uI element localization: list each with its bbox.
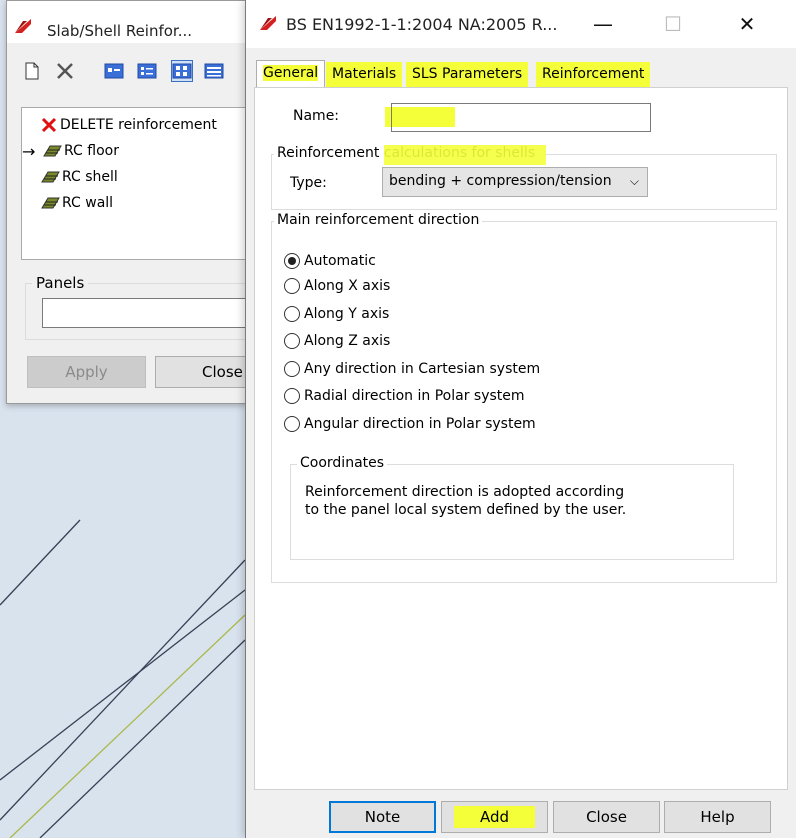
radio-angular-polar[interactable]: Angular direction in Polar system [284, 413, 536, 435]
close-button[interactable]: Close [553, 801, 660, 833]
note-button[interactable]: Note [329, 801, 436, 833]
radio-radial-polar[interactable]: Radial direction in Polar system [284, 385, 525, 407]
coordinates-note-line2: to the panel local system defined by the… [305, 502, 627, 518]
radio-button[interactable] [284, 253, 300, 269]
radio-button[interactable] [284, 306, 300, 322]
coordinates-group: Coordinates Reinforcement direction is a… [290, 455, 734, 560]
reinforcement-icon [41, 197, 60, 209]
radio-button[interactable] [284, 361, 300, 377]
robot-app-icon [13, 15, 33, 35]
view-large-icon[interactable] [171, 60, 193, 82]
general-tab-panel: Name: Reinforcement calculations for she… [254, 87, 788, 790]
delete-icon[interactable] [54, 60, 76, 82]
apply-button[interactable]: Apply [27, 356, 146, 388]
radio-button[interactable] [284, 333, 300, 349]
highlight-mark [384, 145, 546, 165]
reinforcement-icon [43, 145, 62, 157]
close-window-button[interactable]: ✕ [718, 0, 776, 48]
new-icon[interactable] [21, 60, 43, 82]
code-parameters-dialog: BS EN1992-1-1:2004 NA:2005 R... — ☐ ✕ Ge… [245, 0, 796, 838]
radio-cartesian[interactable]: Any direction in Cartesian system [284, 358, 540, 380]
coordinates-group-title: Coordinates [297, 455, 388, 471]
panels-group: Panels [25, 274, 266, 340]
panels-input[interactable] [42, 298, 252, 328]
robot-app-icon [258, 12, 278, 32]
calc-group: Reinforcement calculations for shells Ty… [271, 145, 777, 210]
list-item[interactable]: → RC floor [22, 140, 119, 162]
view-small-icon[interactable] [103, 60, 125, 82]
name-input[interactable] [391, 103, 651, 132]
radio-button[interactable] [284, 416, 300, 432]
left-window-title: Slab/Shell Reinfor... [47, 22, 193, 40]
list-item-label: RC shell [62, 169, 118, 185]
radio-button[interactable] [284, 278, 300, 294]
direction-group: Main reinforcement direction Automatic A… [271, 212, 777, 583]
list-item-label: RC wall [62, 195, 114, 211]
panels-label: Panels [32, 274, 89, 292]
list-item-label: RC floor [64, 143, 119, 159]
type-select[interactable]: bending + compression/tension ⌵ [382, 167, 648, 197]
list-item-label: DELETE reinforcement [60, 117, 217, 133]
add-button[interactable]: Add [441, 801, 548, 833]
radio-button[interactable] [284, 388, 300, 404]
list-item[interactable]: DELETE reinforcement [40, 114, 217, 136]
view-list-icon[interactable] [203, 60, 225, 82]
tab-reinforcement[interactable]: Reinforcement [536, 62, 650, 88]
tab-general[interactable]: General [256, 60, 326, 88]
tab-materials[interactable]: Materials [326, 62, 403, 88]
list-item[interactable]: RC shell [40, 166, 118, 188]
current-arrow-icon: → [22, 141, 36, 161]
maximize-button[interactable]: ☐ [644, 0, 702, 48]
left-titlebar[interactable]: Slab/Shell Reinfor... [7, 1, 247, 43]
radio-along-z[interactable]: Along Z axis [284, 330, 390, 352]
coordinates-note-line1: Reinforcement direction is adopted accor… [305, 484, 625, 500]
tab-sls-parameters[interactable]: SLS Parameters [406, 62, 529, 88]
red-x-icon [41, 117, 57, 133]
type-label: Type: [290, 175, 327, 191]
radio-along-x[interactable]: Along X axis [284, 275, 390, 297]
main-titlebar[interactable]: BS EN1992-1-1:2004 NA:2005 R... — ☐ ✕ [246, 0, 796, 48]
chevron-down-icon: ⌵ [629, 174, 639, 188]
help-button[interactable]: Help [664, 801, 771, 833]
close-button[interactable]: Close [155, 356, 255, 388]
list-item[interactable]: RC wall [40, 192, 113, 214]
view-detail-icon[interactable] [136, 60, 158, 82]
name-label: Name: [293, 108, 340, 124]
radio-automatic[interactable]: Automatic [284, 250, 376, 272]
slab-shell-window: Slab/Shell Reinfor... DELETE reinforceme… [6, 0, 266, 404]
radio-along-y[interactable]: Along Y axis [284, 303, 389, 325]
minimize-button[interactable]: — [574, 0, 632, 48]
reinforcement-icon [41, 171, 60, 183]
reinforcement-type-list[interactable]: DELETE reinforcement → RC floor RC shell… [21, 107, 251, 260]
direction-group-title: Main reinforcement direction [274, 212, 483, 228]
main-window-title: BS EN1992-1-1:2004 NA:2005 R... [286, 15, 558, 34]
